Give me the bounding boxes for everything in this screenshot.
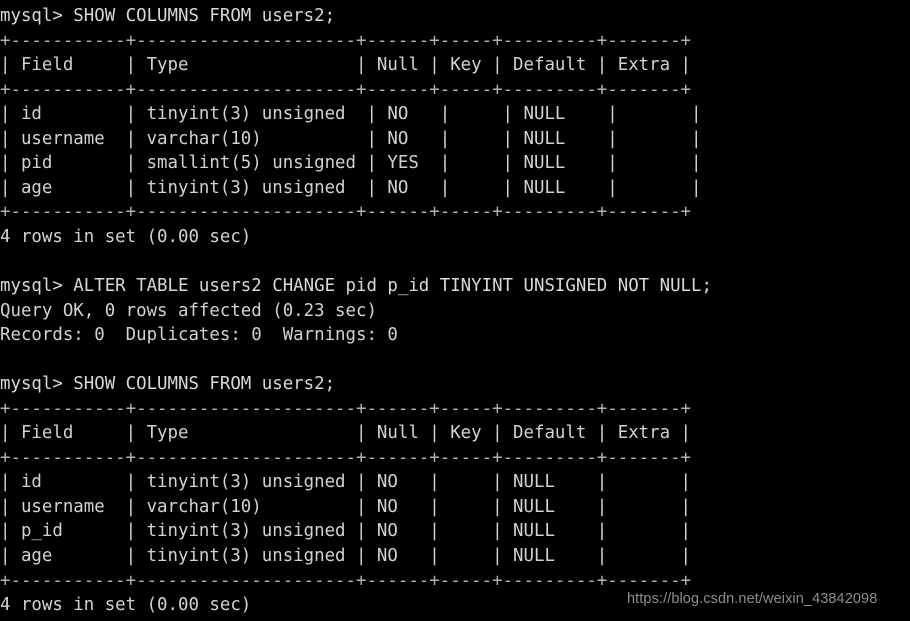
terminal-output[interactable]: mysql> SHOW COLUMNS FROM users2; +-------… [0, 0, 910, 621]
terminal-line: | id | tinyint(3) unsigned | NO | | NULL… [0, 104, 702, 125]
terminal-line: +-----------+---------------------+-----… [0, 79, 692, 100]
terminal-line: | username | varchar(10) | NO | | NULL |… [0, 128, 702, 149]
terminal-line: 4 rows in set (0.00 sec) [0, 226, 252, 247]
terminal-line: | p_id | tinyint(3) unsigned | NO | | NU… [0, 521, 692, 542]
terminal-line: | age | tinyint(3) unsigned | NO | | NUL… [0, 177, 702, 198]
terminal-line: +-----------+---------------------+-----… [0, 30, 692, 51]
terminal-line: | username | varchar(10) | NO | | NULL |… [0, 496, 692, 517]
terminal-line: | Field | Type | Null | Key | Default | … [0, 423, 692, 444]
terminal-line: | age | tinyint(3) unsigned | NO | | NUL… [0, 546, 692, 567]
terminal-line: Records: 0 Duplicates: 0 Warnings: 0 [0, 325, 398, 346]
terminal-line: | id | tinyint(3) unsigned | NO | | NULL… [0, 472, 692, 493]
watermark-url: https://blog.csdn.net/weixin_43842098 [627, 591, 878, 607]
terminal-line: mysql> ALTER TABLE users2 CHANGE pid p_i… [0, 276, 712, 297]
terminal-line: +-----------+---------------------+-----… [0, 447, 692, 468]
terminal-line: mysql> SHOW COLUMNS FROM users2; [0, 374, 336, 395]
terminal-line: mysql> SHOW COLUMNS FROM users2; [0, 6, 336, 26]
terminal-line: | pid | smallint(5) unsigned | YES | | N… [0, 153, 702, 174]
terminal-line: +-----------+---------------------+-----… [0, 202, 692, 223]
terminal-line: | Field | Type | Null | Key | Default | … [0, 55, 692, 76]
terminal-line: +-----------+---------------------+-----… [0, 398, 692, 419]
terminal-line: Query OK, 0 rows affected (0.23 sec) [0, 300, 377, 321]
